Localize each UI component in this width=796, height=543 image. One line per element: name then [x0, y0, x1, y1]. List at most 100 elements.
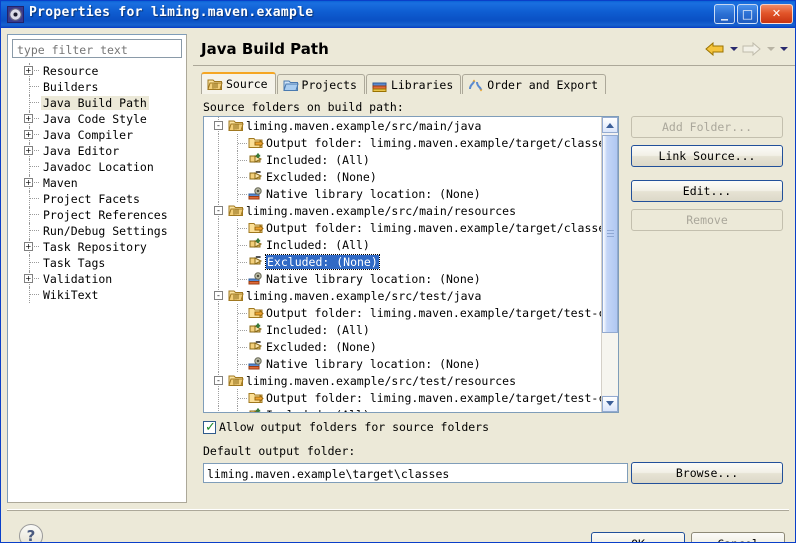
source-tree-row-label: Output folder: liming.maven.example/targ… — [266, 306, 619, 320]
sidebar-item-maven[interactable]: + Maven — [8, 175, 186, 191]
scrollbar-track[interactable] — [602, 333, 618, 395]
source-tree-row[interactable]: - liming.maven.example/src/main/java — [204, 117, 604, 134]
title-bar: Properties for liming.maven.example _ □ … — [1, 1, 795, 28]
tree-guide-line — [218, 185, 220, 202]
collapse-icon[interactable]: - — [214, 206, 223, 215]
projects-folder-icon — [282, 78, 299, 92]
source-tree-scrollbar[interactable] — [601, 117, 618, 412]
sidebar-item-java-editor[interactable]: + Java Editor — [8, 143, 186, 159]
maximize-button[interactable]: □ — [737, 4, 758, 24]
source-tree-row[interactable]: Native library location: (None) — [204, 270, 604, 287]
tab-source[interactable]: Source — [201, 72, 276, 94]
sidebar-item-label: Builders — [43, 80, 99, 94]
collapse-icon[interactable]: - — [214, 291, 223, 300]
tab-libraries[interactable]: Libraries — [365, 74, 462, 94]
source-tree-row[interactable]: Excluded: (None) — [204, 168, 604, 185]
link-source-button[interactable]: Link Source... — [631, 145, 783, 167]
source-tree-rows: - liming.maven.example/src/main/java Outpu… — [204, 117, 618, 412]
default-output-folder-input[interactable] — [203, 463, 628, 483]
source-tree-row[interactable]: Excluded: (None) — [204, 253, 604, 270]
source-folders-tree[interactable]: - liming.maven.example/src/main/java Outpu… — [203, 116, 619, 413]
sidebar-item-label: Resource — [43, 64, 99, 78]
collapse-icon[interactable]: - — [214, 121, 223, 130]
navigation-arrows — [704, 40, 789, 58]
excluded-icon — [248, 169, 264, 184]
source-tree-row-label: liming.maven.example/src/main/resources — [246, 204, 517, 218]
source-tree-row[interactable]: - liming.maven.example/src/test/resources — [204, 372, 604, 389]
sidebar-item-resource[interactable]: + Resource — [8, 63, 186, 79]
allow-output-folders-checkbox[interactable]: ✓ — [203, 420, 216, 435]
settings-sidebar: +ResourceBuildersJava Build Path+Java Co… — [7, 34, 187, 503]
filter-input[interactable] — [12, 39, 182, 58]
tree-dash — [238, 177, 247, 179]
source-tree-row[interactable]: Excluded: (None) — [204, 338, 604, 355]
tree-dash — [30, 262, 39, 264]
sidebar-item-validation[interactable]: + Validation — [8, 271, 186, 287]
allow-output-folders-row[interactable]: ✓ Allow output folders for source folder… — [203, 420, 489, 435]
source-tree-row-label: Excluded: (None) — [265, 254, 380, 270]
tree-dash — [30, 246, 39, 248]
sidebar-item-project-facets[interactable]: Project Facets — [8, 191, 186, 207]
excluded-icon — [248, 254, 264, 269]
source-tree-row[interactable]: Native library location: (None) — [204, 185, 604, 202]
scroll-up-icon[interactable] — [602, 117, 618, 133]
forward-arrow-icon — [741, 40, 763, 58]
tree-dash — [30, 134, 39, 136]
dialog-content: +ResourceBuildersJava Build Path+Java Co… — [1, 28, 795, 542]
source-tree-row[interactable]: Native library location: (None) — [204, 355, 604, 372]
ok-button[interactable]: OK — [591, 532, 685, 542]
source-tree-row[interactable]: Included: (All) — [204, 406, 604, 412]
sidebar-item-java-code-style[interactable]: + Java Code Style — [8, 111, 186, 127]
tree-dash — [30, 230, 39, 232]
source-tree-row-label: Excluded: (None) — [266, 170, 377, 184]
minimize-button[interactable]: _ — [714, 4, 735, 24]
sidebar-item-run-debug-settings[interactable]: Run/Debug Settings — [8, 223, 186, 239]
sidebar-item-java-compiler[interactable]: + Java Compiler — [8, 127, 186, 143]
tree-dash — [238, 143, 247, 145]
button-label: Remove — [686, 213, 728, 227]
collapse-icon[interactable]: - — [214, 376, 223, 385]
output-folder-icon — [248, 220, 264, 235]
help-button[interactable]: ? — [19, 524, 43, 542]
tree-dash — [30, 102, 39, 104]
source-tree-row[interactable]: Output folder: liming.maven.example/targ… — [204, 304, 618, 321]
browse-button[interactable]: Browse... — [631, 462, 783, 484]
sidebar-item-task-tags[interactable]: Task Tags — [8, 255, 186, 271]
source-tree-row[interactable]: - liming.maven.example/src/main/resources — [204, 202, 604, 219]
tree-guide-line — [218, 406, 220, 412]
tree-dash — [30, 118, 39, 120]
source-tree-row[interactable]: Output folder: liming.maven.example/targ… — [204, 219, 612, 236]
source-tree-row-label: liming.maven.example/src/test/resources — [246, 374, 517, 388]
sidebar-item-label: Java Build Path — [41, 96, 149, 110]
scrollbar-thumb[interactable] — [602, 135, 618, 333]
sidebar-item-label: Project Facets — [43, 192, 140, 206]
back-dropdown-icon[interactable] — [728, 40, 739, 58]
window-title: Properties for liming.maven.example — [29, 5, 314, 20]
tab-order-and-export[interactable]: Order and Export — [462, 74, 607, 94]
tree-guide-line — [218, 355, 220, 372]
source-tree-row[interactable]: Included: (All) — [204, 151, 604, 168]
source-tree-row[interactable]: Output folder: liming.maven.example/targ… — [204, 134, 612, 151]
sidebar-item-task-repository[interactable]: + Task Repository — [8, 239, 186, 255]
chevron-down-icon[interactable] — [778, 40, 789, 58]
output-folder-icon — [248, 305, 264, 320]
source-tree-row[interactable]: Included: (All) — [204, 236, 604, 253]
back-arrow-icon[interactable] — [704, 40, 726, 58]
tree-dash — [30, 198, 39, 200]
native-library-icon — [248, 186, 264, 201]
close-button[interactable]: ✕ — [760, 4, 793, 24]
sidebar-item-wikitext[interactable]: WikiText — [8, 287, 186, 303]
remove-button: Remove — [631, 209, 783, 231]
tree-guide-line — [218, 389, 220, 406]
scroll-down-icon[interactable] — [602, 396, 618, 412]
sidebar-item-builders[interactable]: Builders — [8, 79, 186, 95]
sidebar-item-javadoc-location[interactable]: Javadoc Location — [8, 159, 186, 175]
source-tree-row[interactable]: Included: (All) — [204, 321, 604, 338]
source-tree-row[interactable]: Output folder: liming.maven.example/targ… — [204, 389, 618, 406]
source-tree-row[interactable]: - liming.maven.example/src/test/java — [204, 287, 604, 304]
tab-projects[interactable]: Projects — [276, 74, 365, 94]
sidebar-item-project-references[interactable]: Project References — [8, 207, 186, 223]
sidebar-item-java-build-path[interactable]: Java Build Path — [8, 95, 186, 111]
cancel-button[interactable]: Cancel — [691, 532, 785, 542]
edit-button[interactable]: Edit... — [631, 180, 783, 202]
